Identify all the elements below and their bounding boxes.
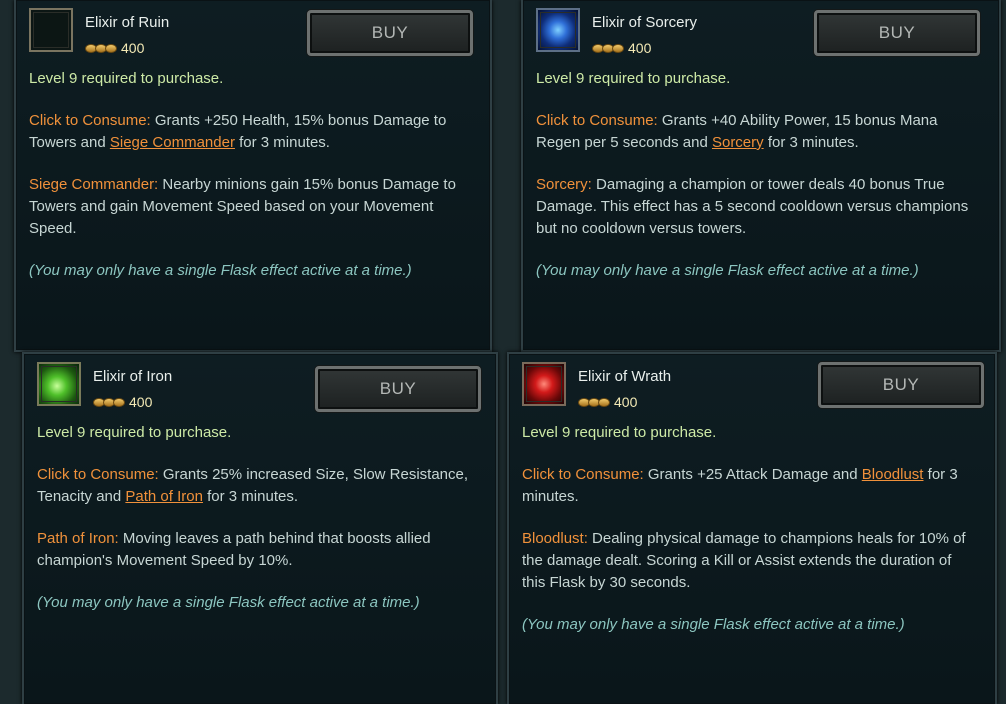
- gold-coins-icon: [578, 397, 610, 407]
- flask-note: (You may only have a single Flask effect…: [536, 262, 919, 279]
- level-requirement: Level 9 required to purchase.: [37, 424, 232, 441]
- consume-text: Grants +25 Attack Damage and: [643, 466, 862, 483]
- item-card-elixir-of-ruin: Elixir of Ruin 400 BUY Level 9 required …: [14, 0, 492, 352]
- flask-note: (You may only have a single Flask effect…: [29, 262, 412, 279]
- item-tooltip-grid: Elixir of Ruin 400 BUY Level 9 required …: [0, 0, 1006, 704]
- item-price: 400: [121, 40, 145, 56]
- gold-coins-icon: [85, 43, 117, 53]
- price-row: 400: [85, 40, 144, 56]
- passive-label: Bloodlust:: [522, 530, 588, 547]
- flask-note: (You may only have a single Flask effect…: [37, 594, 420, 611]
- consume-effect: Click to Consume: Grants 25% increased S…: [37, 464, 476, 508]
- item-description: Level 9 required to purchase. Click to C…: [29, 68, 470, 282]
- passive-effect: Path of Iron: Moving leaves a path behin…: [37, 528, 476, 572]
- price-row: 400: [93, 394, 152, 410]
- consume-label: Click to Consume:: [37, 466, 159, 483]
- consume-text-end: for 3 minutes.: [763, 134, 859, 151]
- passive-text: Dealing physical damage to champions hea…: [522, 530, 966, 591]
- passive-label: Sorcery:: [536, 176, 592, 193]
- item-card-elixir-of-wrath: Elixir of Wrath 400 BUY Level 9 required…: [507, 352, 997, 704]
- item-description: Level 9 required to purchase. Click to C…: [522, 422, 975, 636]
- passive-label: Siege Commander:: [29, 176, 159, 193]
- bloodlust-link[interactable]: Bloodlust: [862, 466, 924, 483]
- item-price: 400: [129, 394, 153, 410]
- siege-commander-link[interactable]: Siege Commander: [110, 134, 235, 151]
- item-description: Level 9 required to purchase. Click to C…: [536, 68, 979, 282]
- item-price: 400: [628, 40, 652, 56]
- item-title: Elixir of Sorcery: [592, 14, 698, 31]
- buy-button[interactable]: BUY: [818, 362, 984, 408]
- consume-effect: Click to Consume: Grants +250 Health, 15…: [29, 110, 470, 154]
- price-row: 400: [578, 394, 637, 410]
- item-card-elixir-of-sorcery: Elixir of Sorcery 400 BUY Level 9 requir…: [521, 0, 1001, 352]
- consume-label: Click to Consume:: [536, 112, 658, 129]
- price-row: 400: [592, 40, 651, 56]
- buy-button[interactable]: BUY: [315, 366, 481, 412]
- flask-note: (You may only have a single Flask effect…: [522, 616, 905, 633]
- elixir-of-iron-icon: [37, 362, 81, 406]
- item-description: Level 9 required to purchase. Click to C…: [37, 422, 476, 614]
- elixir-of-ruin-icon: [29, 8, 73, 52]
- consume-effect: Click to Consume: Grants +25 Attack Dama…: [522, 464, 975, 508]
- item-title: Elixir of Wrath: [578, 368, 672, 385]
- item-price: 400: [614, 394, 638, 410]
- passive-label: Path of Iron:: [37, 530, 119, 547]
- path-of-iron-link[interactable]: Path of Iron: [125, 488, 203, 505]
- passive-text: Damaging a champion or tower deals 40 bo…: [536, 176, 969, 237]
- level-requirement: Level 9 required to purchase.: [536, 70, 731, 87]
- passive-effect: Sorcery: Damaging a champion or tower de…: [536, 174, 979, 240]
- level-requirement: Level 9 required to purchase.: [29, 70, 224, 87]
- gold-coins-icon: [93, 397, 125, 407]
- buy-button[interactable]: BUY: [814, 10, 980, 56]
- item-title: Elixir of Iron: [93, 368, 173, 385]
- passive-effect: Siege Commander: Nearby minions gain 15%…: [29, 174, 470, 240]
- item-title: Elixir of Ruin: [85, 14, 170, 31]
- elixir-of-sorcery-icon: [536, 8, 580, 52]
- sorcery-link[interactable]: Sorcery: [712, 134, 764, 151]
- consume-label: Click to Consume:: [29, 112, 151, 129]
- level-requirement: Level 9 required to purchase.: [522, 424, 717, 441]
- consume-text-end: for 3 minutes.: [202, 488, 298, 505]
- gold-coins-icon: [592, 43, 624, 53]
- elixir-of-wrath-icon: [522, 362, 566, 406]
- consume-label: Click to Consume:: [522, 466, 644, 483]
- consume-effect: Click to Consume: Grants +40 Ability Pow…: [536, 110, 979, 154]
- passive-effect: Bloodlust: Dealing physical damage to ch…: [522, 528, 975, 594]
- buy-button[interactable]: BUY: [307, 10, 473, 56]
- consume-text-end: for 3 minutes.: [234, 134, 330, 151]
- item-card-elixir-of-iron: Elixir of Iron 400 BUY Level 9 required …: [22, 352, 498, 704]
